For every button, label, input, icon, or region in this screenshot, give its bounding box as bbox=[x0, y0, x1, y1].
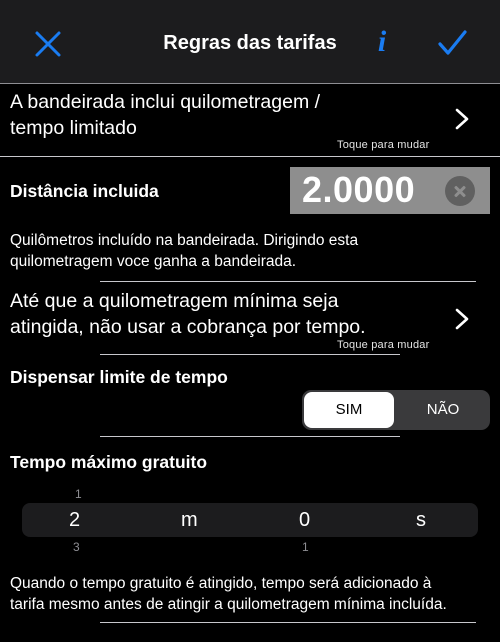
divider bbox=[100, 622, 476, 623]
max-free-time-description-line2: tarifa mesmo antes de atingir a quilomet… bbox=[10, 596, 447, 613]
limited-included-line2: tempo limitado bbox=[10, 117, 137, 139]
max-free-time-description-line1: Quando o tempo gratuito é atingido, temp… bbox=[10, 575, 432, 592]
divider bbox=[100, 436, 400, 437]
until-minimum-line2: atingida, não usar a cobrança por tempo. bbox=[10, 316, 366, 338]
page-title: Regras das tarifas bbox=[163, 32, 337, 54]
until-minimum-line1: Até que a quilometragem mínima seja bbox=[10, 290, 339, 312]
picker-minutes-below: 1 bbox=[302, 540, 309, 554]
chevron-right-icon[interactable] bbox=[455, 108, 469, 130]
picker-minutes-unit: s bbox=[416, 509, 426, 531]
tap-to-change-hint: Toque para mudar bbox=[337, 139, 430, 151]
option-yes[interactable]: SIM bbox=[304, 392, 394, 428]
option-no[interactable]: NÃO bbox=[398, 392, 488, 428]
max-free-time-label: Tempo máximo gratuito bbox=[10, 452, 208, 472]
clear-icon[interactable] bbox=[445, 176, 475, 206]
divider bbox=[100, 354, 400, 355]
picker-selection-band bbox=[22, 503, 478, 537]
waive-time-limit-label: Dispensar limite de tempo bbox=[10, 367, 228, 387]
included-distance-value: 2.0000 bbox=[302, 169, 416, 210]
included-distance-description-line1: Quilômetros incluído na bandeirada. Diri… bbox=[10, 232, 359, 249]
chevron-right-icon[interactable] bbox=[455, 308, 469, 330]
waive-time-limit-toggle: SIM NÃO bbox=[302, 390, 490, 430]
picker-hours-unit: m bbox=[181, 509, 198, 531]
included-distance-description-line2: quilometragem voce ganha a bandeirada. bbox=[10, 253, 297, 270]
navigation-bar: Regras das tarifas i bbox=[0, 0, 500, 84]
included-distance-field[interactable]: 2.0000 bbox=[290, 167, 490, 214]
tap-to-change-hint: Toque para mudar bbox=[337, 339, 430, 351]
picker-minutes-value[interactable]: 0 bbox=[299, 509, 310, 532]
divider bbox=[100, 281, 476, 282]
checkmark-icon[interactable] bbox=[436, 28, 468, 58]
info-icon[interactable]: i bbox=[371, 24, 393, 60]
picker-hours-below: 3 bbox=[73, 540, 80, 554]
included-distance-label: Distância incluida bbox=[10, 181, 159, 201]
divider bbox=[0, 156, 500, 157]
limited-included-line1: A bandeirada inclui quilometragem / bbox=[10, 91, 321, 113]
picker-hours-value[interactable]: 2 bbox=[69, 509, 80, 532]
picker-hours-above: 1 bbox=[75, 487, 82, 501]
